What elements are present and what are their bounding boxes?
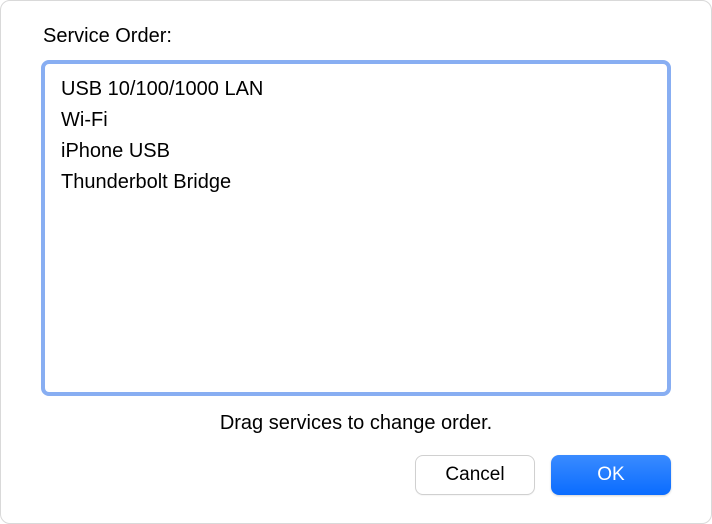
instruction-text: Drag services to change order. (41, 412, 671, 435)
list-item[interactable]: Wi-Fi (61, 105, 651, 136)
button-row: Cancel OK (41, 455, 671, 495)
list-item[interactable]: iPhone USB (61, 136, 651, 167)
service-order-title: Service Order: (43, 25, 671, 48)
list-item[interactable]: Thunderbolt Bridge (61, 167, 651, 198)
ok-button[interactable]: OK (551, 455, 671, 495)
list-item[interactable]: USB 10/100/1000 LAN (61, 74, 651, 105)
service-order-list[interactable]: USB 10/100/1000 LAN Wi-Fi iPhone USB Thu… (41, 60, 671, 396)
cancel-button[interactable]: Cancel (415, 455, 535, 495)
